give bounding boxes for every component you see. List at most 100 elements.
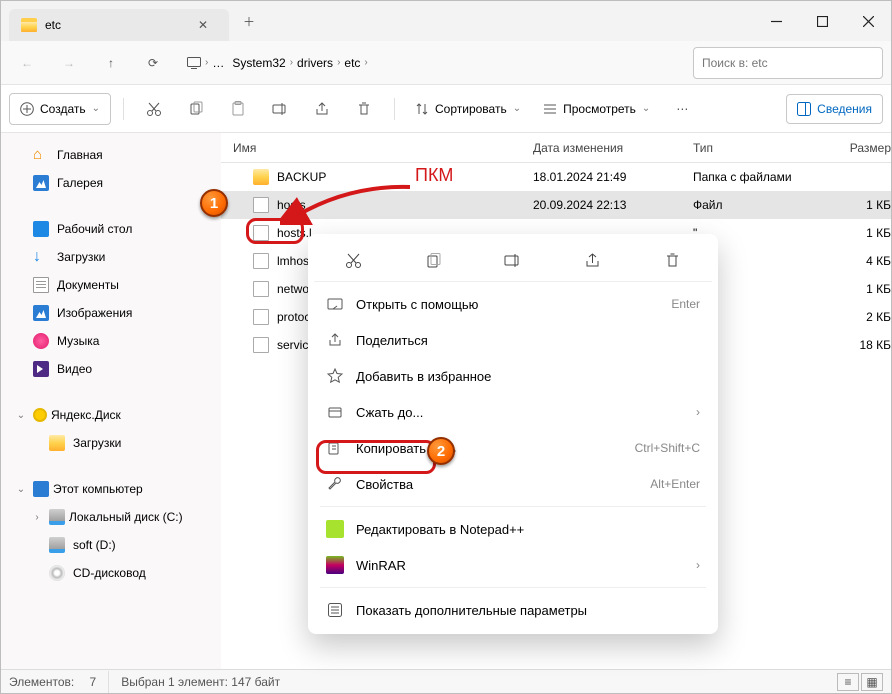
breadcrumb-system32[interactable]: System32 [228,54,289,72]
col-type[interactable]: Тип [681,141,811,155]
details-view-toggle[interactable]: ≡ [837,673,859,691]
file-row[interactable]: BACKUP 18.01.2024 21:49Папка с файлами [221,163,891,191]
winrar-icon [326,556,344,574]
ctx-compress[interactable]: Сжать до...› [314,394,712,430]
file-size: 4 КБ [811,254,891,268]
annotation-badge-2: 2 [427,437,455,465]
file-date: 20.09.2024 22:13 [521,198,681,212]
sort-button[interactable]: Сортировать⌄ [407,91,529,127]
file-icon [253,253,269,269]
cut-button[interactable] [136,91,172,127]
sidebar-ydisk[interactable]: ⌄Яндекс.Диск [5,401,217,429]
breadcrumb[interactable]: › … System32 › drivers › etc › [177,47,687,79]
ctx-cut-button[interactable] [334,243,374,279]
ctx-properties[interactable]: СвойстваAlt+Enter [314,466,712,502]
breadcrumb-etc[interactable]: etc [340,54,364,72]
delete-button[interactable] [346,91,382,127]
sidebar-drive-cd[interactable]: CD-дисковод [5,559,217,587]
file-row[interactable]: hosts 20.09.2024 22:13Файл1 КБ [221,191,891,219]
new-tab-button[interactable]: ＋ [229,5,269,37]
new-button[interactable]: Создать ⌄ [9,93,111,125]
up-button[interactable]: ↑ [93,45,129,81]
share-icon [326,331,344,349]
open-with-icon [326,295,344,313]
file-icon [253,337,269,353]
sidebar-thispc[interactable]: ⌄Этот компьютер [5,475,217,503]
sidebar-drive-d[interactable]: soft (D:) [5,531,217,559]
more-button[interactable]: ⋯ [664,91,700,127]
sidebar-ydisk-downloads[interactable]: Загрузки [5,429,217,457]
sidebar-drive-c[interactable]: ›Локальный диск (C:) [5,503,217,531]
annotation-text-rmb: ПКМ [415,165,453,186]
ctx-copy-button[interactable] [413,243,453,279]
ctx-delete-button[interactable] [652,243,692,279]
chevron-right-icon: › [696,405,700,419]
file-size: 1 КБ [811,282,891,296]
sidebar-pictures[interactable]: Изображения [5,299,217,327]
archive-icon [326,403,344,421]
copy-path-icon [326,439,344,457]
monitor-icon [187,57,201,69]
refresh-button[interactable]: ⟳ [135,45,171,81]
col-date[interactable]: Дата изменения [521,141,681,155]
sidebar-downloads[interactable]: ↓Загрузки [5,243,217,271]
file-size: 1 КБ [811,226,891,240]
copy-button[interactable] [178,91,214,127]
sidebar[interactable]: ⌂Главная Галерея Рабочий стол ↓Загрузки … [1,133,221,669]
sidebar-music[interactable]: Музыка [5,327,217,355]
file-size: 1 КБ [811,198,891,212]
share-button[interactable] [304,91,340,127]
chevron-right-icon: › [696,558,700,572]
window-tab[interactable]: etc ✕ [9,9,229,41]
file-name: hosts [277,198,306,212]
file-icon [253,309,269,325]
ctx-show-more[interactable]: Показать дополнительные параметры [314,592,712,628]
view-button[interactable]: Просмотреть⌄ [535,91,658,127]
view-icon [543,102,557,116]
paste-button[interactable] [220,91,256,127]
sidebar-home[interactable]: ⌂Главная [5,141,217,169]
sidebar-desktop[interactable]: Рабочий стол [5,215,217,243]
search-input[interactable]: Поиск в: etc [693,47,883,79]
ctx-rename-button[interactable] [493,243,533,279]
wrench-icon [326,475,344,493]
file-icon [253,197,269,213]
file-date: 18.01.2024 21:49 [521,170,681,184]
back-button[interactable]: ← [9,45,45,81]
col-size[interactable]: Размер [811,141,891,155]
ctx-winrar[interactable]: WinRAR› [314,547,712,583]
ctx-open-with[interactable]: Открыть с помощьюEnter [314,286,712,322]
file-type: Папка с файлами [681,170,811,184]
forward-button[interactable]: → [51,45,87,81]
sidebar-gallery[interactable]: Галерея [5,169,217,197]
breadcrumb-more[interactable]: … [208,54,228,72]
tab-close-button[interactable]: ✕ [189,11,217,39]
rename-button[interactable] [262,91,298,127]
ctx-share[interactable]: Поделиться [314,322,712,358]
file-name: protoc [277,310,310,324]
breadcrumb-drivers[interactable]: drivers [293,54,337,72]
sidebar-documents[interactable]: Документы [5,271,217,299]
ctx-copy-path[interactable]: Копировать путьCtrl+Shift+C [314,430,712,466]
sort-icon [415,102,429,116]
icons-view-toggle[interactable]: ▦ [861,673,883,691]
ctx-share-button[interactable] [573,243,613,279]
minimize-button[interactable] [753,5,799,37]
ctx-favorite[interactable]: Добавить в избранное [314,358,712,394]
annotation-badge-1: 1 [200,189,228,217]
column-headers[interactable]: Имя Дата изменения Тип Размер [221,133,891,163]
details-pane-button[interactable]: Сведения [786,94,883,124]
more-options-icon [326,601,344,619]
new-label: Создать [40,102,86,116]
maximize-button[interactable] [799,5,845,37]
col-name[interactable]: Имя [221,141,521,155]
close-button[interactable] [845,5,891,37]
ctx-notepadpp[interactable]: Редактировать в Notepad++ [314,511,712,547]
file-name: hosts.l [277,226,312,240]
file-name: BACKUP [277,170,326,184]
search-placeholder: Поиск в: etc [702,56,768,70]
file-size: 18 КБ [811,338,891,352]
file-type: Файл [681,198,811,212]
folder-icon [21,18,37,32]
sidebar-video[interactable]: Видео [5,355,217,383]
